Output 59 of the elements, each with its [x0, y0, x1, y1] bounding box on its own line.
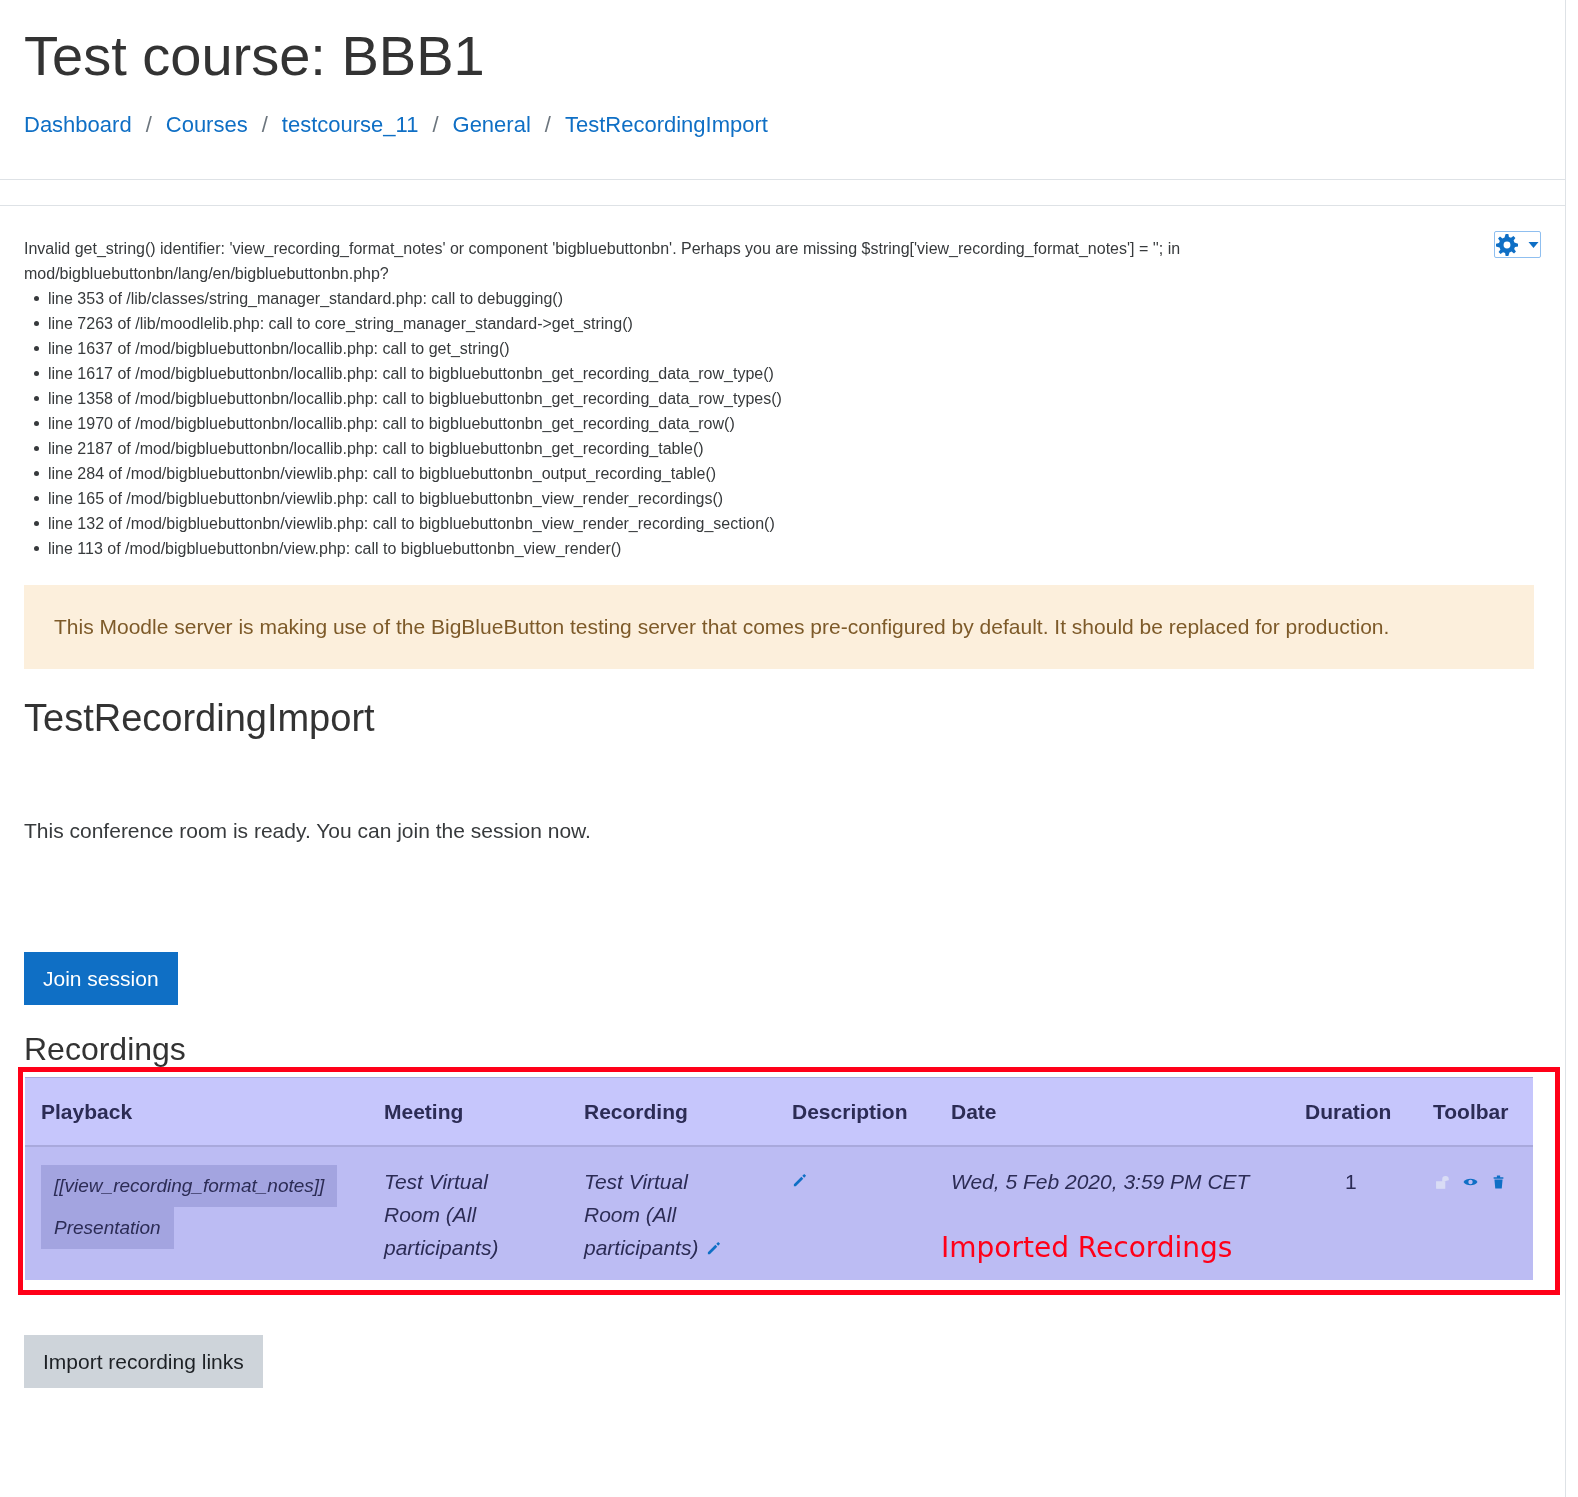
- import-recording-links-button[interactable]: Import recording links: [24, 1335, 263, 1388]
- stack-trace-line: line 132 of /mod/bigbluebuttonbn/viewlib.php: call to bigbluebuttonbn_view_render_recording_section(): [48, 514, 775, 534]
- playback-link[interactable]: Presentation: [41, 1207, 174, 1249]
- breadcrumb-separator: /: [144, 111, 153, 139]
- date-cell: Wed, 5 Feb 2020, 3:59 PM CET: [951, 1170, 1250, 1193]
- bullet-icon: [34, 321, 39, 326]
- stack-trace-line: line 2187 of /mod/bigbluebuttonbn/locallib.php: call to bigbluebuttonbn_get_recording_table(): [48, 439, 704, 459]
- bullet-icon: [34, 546, 39, 551]
- stack-trace-line: line 1970 of /mod/bigbluebuttonbn/locallib.php: call to bigbluebuttonbn_get_recording_data_row(): [48, 414, 735, 434]
- join-session-button[interactable]: Join session: [24, 952, 178, 1005]
- bullet-icon: [34, 446, 39, 451]
- bullet-icon: [34, 371, 39, 376]
- meeting-cell-text: Test Virtual Room (All participants): [384, 1169, 500, 1261]
- column-header: Description: [792, 1099, 908, 1123]
- breadcrumb-link[interactable]: General: [452, 108, 531, 141]
- stack-trace-line: line 353 of /lib/classes/string_manager_standard.php: call to debugging(): [48, 289, 563, 309]
- bullet-icon: [34, 471, 39, 476]
- recording-name: Test Virtual Room (All participants): [584, 1169, 700, 1261]
- duration-cell: 1: [1345, 1170, 1357, 1193]
- bullet-icon: [34, 496, 39, 501]
- stack-trace-line: line 7263 of /lib/moodlelib.php: call to core_string_manager_standard->get_string(): [48, 314, 633, 334]
- bullet-icon: [34, 421, 39, 426]
- bullet-icon: [34, 296, 39, 301]
- activity-title: TestRecordingImport: [24, 695, 376, 741]
- bullet-icon: [34, 521, 39, 526]
- breadcrumb-separator: /: [431, 111, 440, 139]
- debug-message: Invalid get_string() identifier: 'view_recording_format_notes' or component 'bigbluebuttonbn'. Perhaps you are missing $string['view_recording_format_notes'] = ''; in mod/bigbluebuttonbn/lang/en/bigbluebuttonbn.php?: [24, 239, 1182, 284]
- stack-trace-line: line 1617 of /mod/bigbluebuttonbn/locallib.php: call to bigbluebuttonbn_get_recording_data_row_type(): [48, 364, 774, 384]
- caret-icon: [1528, 241, 1539, 248]
- stack-trace-line: line 1637 of /mod/bigbluebuttonbn/locallib.php: call to get_string(): [48, 339, 510, 359]
- status-message: This conference room is ready. You can join the session now.: [24, 817, 592, 844]
- warning-alert: This Moodle server is making use of the BigBlueButton testing server that comes pre-configured by default. It should be replaced for production.: [24, 585, 1534, 669]
- gear-icon: [1496, 233, 1518, 256]
- course-title: Test course: BBB1: [24, 24, 486, 88]
- stack-trace-line: line 113 of /mod/bigbluebuttonbn/view.php: call to bigbluebuttonbn_view_render(): [48, 539, 622, 559]
- stack-trace-line: line 165 of /mod/bigbluebuttonbn/viewlib.php: call to bigbluebuttonbn_view_render_recordings(): [48, 489, 724, 509]
- breadcrumb-separator: /: [260, 111, 269, 139]
- recordings-heading: Recordings: [24, 1031, 187, 1067]
- stack-trace-line: line 284 of /mod/bigbluebuttonbn/viewlib.php: call to bigbluebuttonbn_output_recording_table(): [48, 464, 717, 484]
- edit-icon[interactable]: [792, 1173, 807, 1188]
- playback-link[interactable]: [[view_recording_format_notes]]: [41, 1165, 338, 1207]
- bullet-icon: [34, 346, 39, 351]
- bullet-icon: [34, 396, 39, 401]
- breadcrumb-separator: /: [543, 111, 552, 139]
- settings-menu-button[interactable]: [1494, 231, 1541, 258]
- column-header: Toolbar: [1433, 1099, 1509, 1123]
- breadcrumb-link[interactable]: Dashboard: [24, 108, 132, 141]
- column-header: Duration: [1305, 1099, 1392, 1123]
- trash-icon[interactable]: [1492, 1175, 1505, 1189]
- column-header: Playback: [41, 1099, 133, 1123]
- breadcrumb-link[interactable]: Courses: [165, 108, 248, 141]
- column-header: Date: [951, 1099, 997, 1123]
- annotation-label: Imported Recordings: [941, 1231, 1233, 1264]
- column-header: Meeting: [384, 1099, 464, 1123]
- column-header: Recording: [584, 1099, 688, 1123]
- edit-icon[interactable]: [706, 1241, 721, 1256]
- breadcrumb-link[interactable]: TestRecordingImport: [564, 108, 768, 141]
- stack-trace-line: line 1358 of /mod/bigbluebuttonbn/locallib.php: call to bigbluebuttonbn_get_recording_data_row_types(): [48, 389, 782, 409]
- breadcrumb-link[interactable]: testcourse_11: [281, 108, 419, 141]
